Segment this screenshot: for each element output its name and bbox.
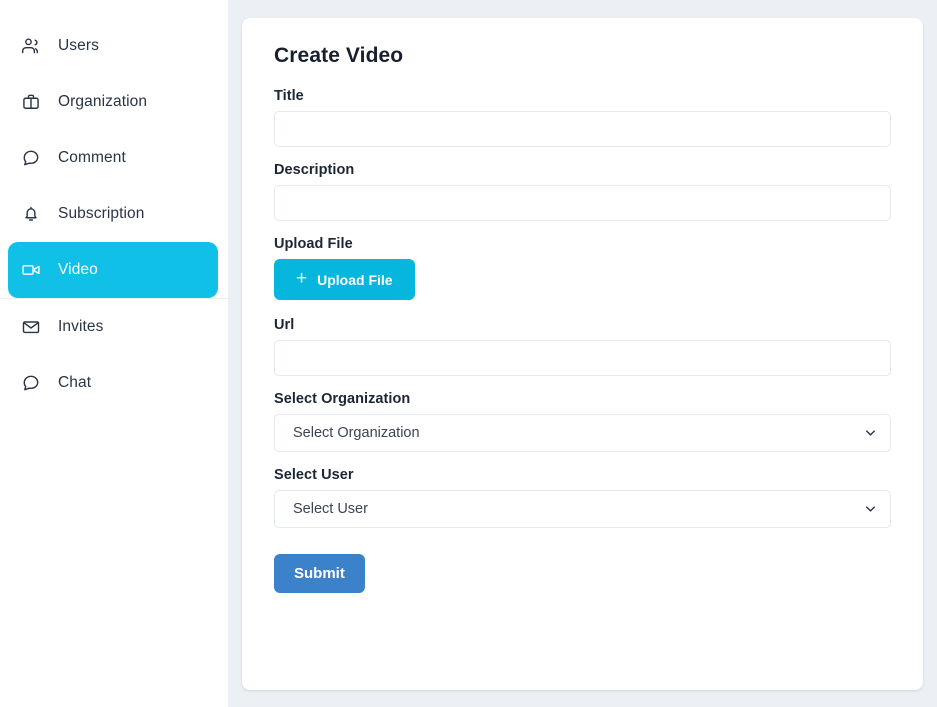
sidebar-item-label: Organization xyxy=(58,93,148,111)
sidebar-item-label: Comment xyxy=(58,149,126,167)
select-user-wrapper: Select User xyxy=(274,490,891,528)
select-organization-dropdown[interactable]: Select Organization xyxy=(274,414,891,452)
upload-file-button-label: Upload File xyxy=(317,271,393,288)
title-input[interactable] xyxy=(274,111,891,147)
comment-icon xyxy=(20,372,42,394)
sidebar-item-chat[interactable]: Chat xyxy=(0,355,210,411)
field-description: Description xyxy=(274,162,891,221)
sidebar-item-subscription[interactable]: Subscription xyxy=(0,186,210,242)
main-content: Create Video Title Description Upload Fi… xyxy=(228,0,937,707)
submit-button[interactable]: Submit xyxy=(274,554,365,593)
upload-file-button[interactable]: + Upload File xyxy=(274,259,415,300)
sidebar-item-label: Chat xyxy=(58,374,92,392)
sidebar-item-users[interactable]: Users xyxy=(0,18,210,74)
sidebar-nav-list: Users Organization Comment Subscription … xyxy=(0,18,228,411)
users-icon xyxy=(20,35,42,57)
bell-icon xyxy=(20,203,42,225)
sidebar-item-invites[interactable]: Invites xyxy=(0,299,210,355)
select-organization-wrapper: Select Organization xyxy=(274,414,891,452)
title-label: Title xyxy=(274,88,304,104)
select-organization-label: Select Organization xyxy=(274,391,411,407)
create-video-card: Create Video Title Description Upload Fi… xyxy=(242,18,923,690)
video-camera-icon xyxy=(20,259,42,281)
select-organization-value: Select Organization xyxy=(293,425,420,441)
field-url: Url xyxy=(274,317,891,376)
description-label: Description xyxy=(274,162,355,178)
upload-file-label: Upload File xyxy=(274,236,353,252)
select-user-label: Select User xyxy=(274,467,354,483)
select-user-value: Select User xyxy=(293,501,368,517)
sidebar-item-label: Video xyxy=(58,261,98,279)
sidebar: Users Organization Comment Subscription … xyxy=(0,0,228,707)
select-user-dropdown[interactable]: Select User xyxy=(274,490,891,528)
sidebar-item-video[interactable]: Video xyxy=(8,242,218,298)
field-select-user: Select User Select User xyxy=(274,467,891,528)
field-select-organization: Select Organization Select Organization xyxy=(274,391,891,452)
url-input[interactable] xyxy=(274,340,891,376)
sidebar-item-comment[interactable]: Comment xyxy=(0,130,210,186)
sidebar-item-label: Subscription xyxy=(58,205,145,223)
field-title: Title xyxy=(274,88,891,147)
comment-icon xyxy=(20,147,42,169)
page-title: Create Video xyxy=(274,44,404,67)
briefcase-icon xyxy=(20,91,42,113)
sidebar-item-organization[interactable]: Organization xyxy=(0,74,210,130)
sidebar-item-label: Users xyxy=(58,37,99,55)
url-label: Url xyxy=(274,317,295,333)
plus-icon: + xyxy=(296,268,308,289)
envelope-icon xyxy=(20,316,42,338)
description-input[interactable] xyxy=(274,185,891,221)
sidebar-item-label: Invites xyxy=(58,318,104,336)
field-upload-file: Upload File + Upload File xyxy=(274,236,891,317)
